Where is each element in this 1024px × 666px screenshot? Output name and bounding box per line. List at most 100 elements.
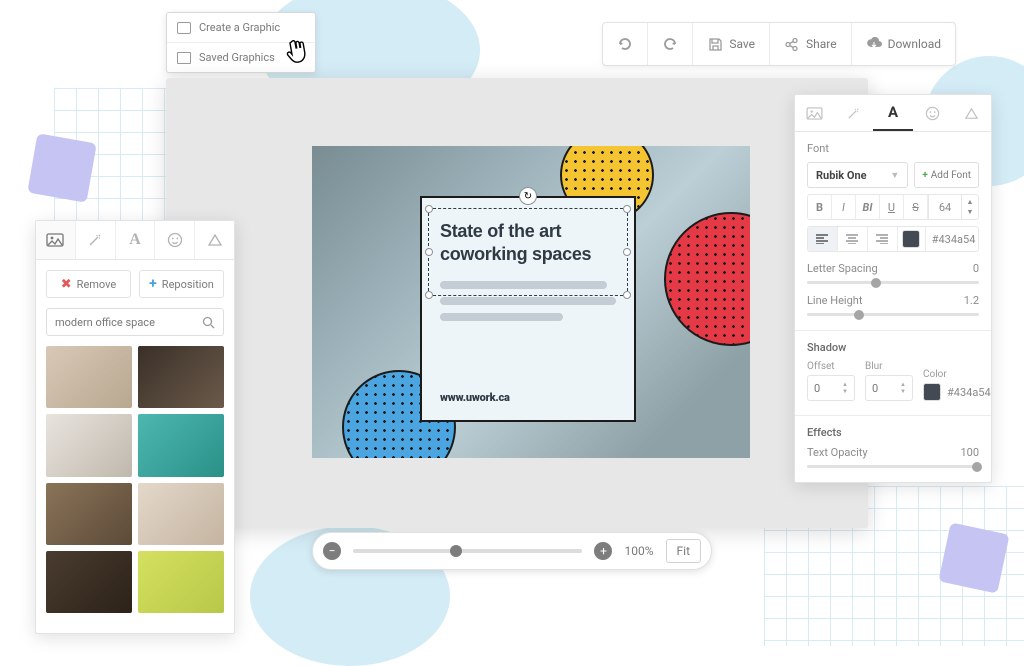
- font-family-select[interactable]: Rubik One ▼: [807, 162, 908, 188]
- offset-label: Offset: [807, 361, 855, 372]
- shadow-section-label: Shadow: [807, 341, 979, 354]
- shadow-offset-input[interactable]: 0▲▼: [807, 375, 855, 401]
- button-label: Reposition: [162, 278, 214, 291]
- text-icon: A: [888, 103, 898, 121]
- image-thumbnail[interactable]: [138, 551, 224, 613]
- opacity-label: Text Opacity: [807, 446, 868, 459]
- download-button[interactable]: Download: [852, 23, 955, 65]
- zoom-fit-button[interactable]: Fit: [666, 539, 701, 563]
- menu-item-label: Create a Graphic: [199, 21, 280, 34]
- tab-shapes[interactable]: [195, 221, 234, 259]
- zoom-slider-thumb[interactable]: [450, 545, 462, 557]
- slider-thumb[interactable]: [871, 278, 881, 288]
- button-label: Add Font: [931, 170, 971, 181]
- placeholder-line: [440, 313, 563, 321]
- tab-emoji[interactable]: [155, 221, 195, 259]
- zoom-out-button[interactable]: −: [323, 542, 341, 560]
- text-icon: A: [129, 231, 141, 249]
- add-font-button[interactable]: +Add Font: [914, 162, 979, 188]
- size-stepper[interactable]: ▲▼: [962, 195, 978, 219]
- image-thumbnail[interactable]: [46, 414, 132, 476]
- headline-text[interactable]: State of the art coworking spaces: [440, 220, 616, 265]
- share-icon: [784, 36, 800, 52]
- redo-button[interactable]: [648, 23, 693, 65]
- line-height-value: 1.2: [964, 294, 979, 307]
- zoom-in-button[interactable]: +: [594, 542, 612, 560]
- tab-magic[interactable]: [76, 221, 116, 259]
- line-height-label: Line Height: [807, 294, 862, 307]
- color-swatch: [902, 230, 920, 248]
- chevron-down-icon: ▼: [842, 389, 848, 395]
- triangle-icon: [207, 232, 223, 248]
- underline-button[interactable]: U: [880, 195, 904, 219]
- zoom-slider[interactable]: [353, 549, 582, 553]
- zoom-controls: − + 100% Fit: [312, 532, 712, 570]
- left-panel-tabs: A: [36, 221, 234, 260]
- canvas-workspace[interactable]: State of the art coworking spaces www.uw…: [166, 78, 868, 528]
- image-search-input[interactable]: modern office space: [46, 308, 224, 336]
- remove-icon: ✖: [61, 277, 72, 292]
- letter-spacing-value: 0: [973, 262, 979, 275]
- slider-thumb[interactable]: [854, 310, 864, 320]
- bg-square-decoration: [27, 133, 97, 203]
- top-toolbar: Save Share Download: [602, 22, 956, 66]
- image-thumbnail[interactable]: [46, 483, 132, 545]
- image-results-grid: [36, 336, 234, 623]
- line-height-slider[interactable]: [807, 313, 979, 316]
- right-properties-panel: A Font Rubik One ▼ +Add Font B I BI U S …: [794, 94, 992, 483]
- strikethrough-button[interactable]: S: [904, 195, 928, 219]
- bold-italic-button[interactable]: BI: [856, 195, 880, 219]
- reposition-button[interactable]: +Reposition: [139, 270, 224, 298]
- remove-button[interactable]: ✖ Remove: [46, 270, 131, 298]
- slider-thumb[interactable]: [972, 462, 982, 472]
- share-button[interactable]: Share: [770, 23, 852, 65]
- image-icon: [177, 22, 191, 34]
- redo-icon: [662, 36, 678, 52]
- url-text[interactable]: www.uwork.ca: [440, 391, 616, 404]
- text-style-row: B I BI U S 64 ▲▼: [807, 194, 979, 220]
- bold-button[interactable]: B: [808, 195, 832, 219]
- blur-label: Blur: [865, 361, 913, 372]
- image-thumbnail[interactable]: [138, 414, 224, 476]
- text-card[interactable]: State of the art coworking spaces www.uw…: [420, 196, 636, 422]
- tab-shape-props[interactable]: [952, 95, 991, 131]
- shadow-color-swatch[interactable]: [923, 383, 941, 401]
- italic-button[interactable]: I: [832, 195, 856, 219]
- button-label: Remove: [77, 278, 117, 291]
- shadow-color-value: #434a54: [947, 386, 991, 399]
- align-left-button[interactable]: [808, 227, 838, 251]
- image-thumbnail[interactable]: [46, 346, 132, 408]
- emoji-icon: [167, 232, 183, 248]
- save-icon: [707, 36, 723, 52]
- tab-image-props[interactable]: [795, 95, 834, 131]
- save-button[interactable]: Save: [693, 23, 770, 65]
- chevron-down-icon: ▼: [900, 389, 906, 395]
- shadow-blur-input[interactable]: 0▲▼: [865, 375, 913, 401]
- canvas-artboard[interactable]: State of the art coworking spaces www.uw…: [312, 146, 750, 458]
- undo-button[interactable]: [603, 23, 648, 65]
- font-size-input[interactable]: 64: [928, 195, 962, 219]
- placeholder-line: [440, 297, 616, 305]
- image-thumbnail[interactable]: [138, 483, 224, 545]
- image-icon: [806, 107, 823, 120]
- image-thumbnail[interactable]: [46, 551, 132, 613]
- tab-effects-props[interactable]: [834, 95, 873, 131]
- chevron-up-icon: ▲: [967, 198, 974, 206]
- opacity-slider[interactable]: [807, 465, 979, 468]
- letter-spacing-slider[interactable]: [807, 281, 979, 284]
- align-center-button[interactable]: [838, 227, 868, 251]
- image-thumbnail[interactable]: [138, 346, 224, 408]
- wand-icon: [87, 232, 103, 248]
- folder-icon: [177, 52, 191, 64]
- text-color-swatch[interactable]: [898, 227, 926, 251]
- left-image-panel: A ✖ Remove +Reposition modern office spac…: [35, 220, 235, 634]
- triangle-icon: [964, 106, 979, 121]
- tab-images[interactable]: [36, 221, 76, 259]
- font-value: Rubik One: [816, 169, 867, 182]
- tab-text[interactable]: A: [116, 221, 156, 259]
- tab-emoji-props[interactable]: [913, 95, 952, 131]
- search-icon: [202, 316, 215, 329]
- tab-text-props[interactable]: A: [873, 95, 912, 131]
- align-right-button[interactable]: [868, 227, 898, 251]
- chevron-up-icon: ▲: [900, 382, 906, 388]
